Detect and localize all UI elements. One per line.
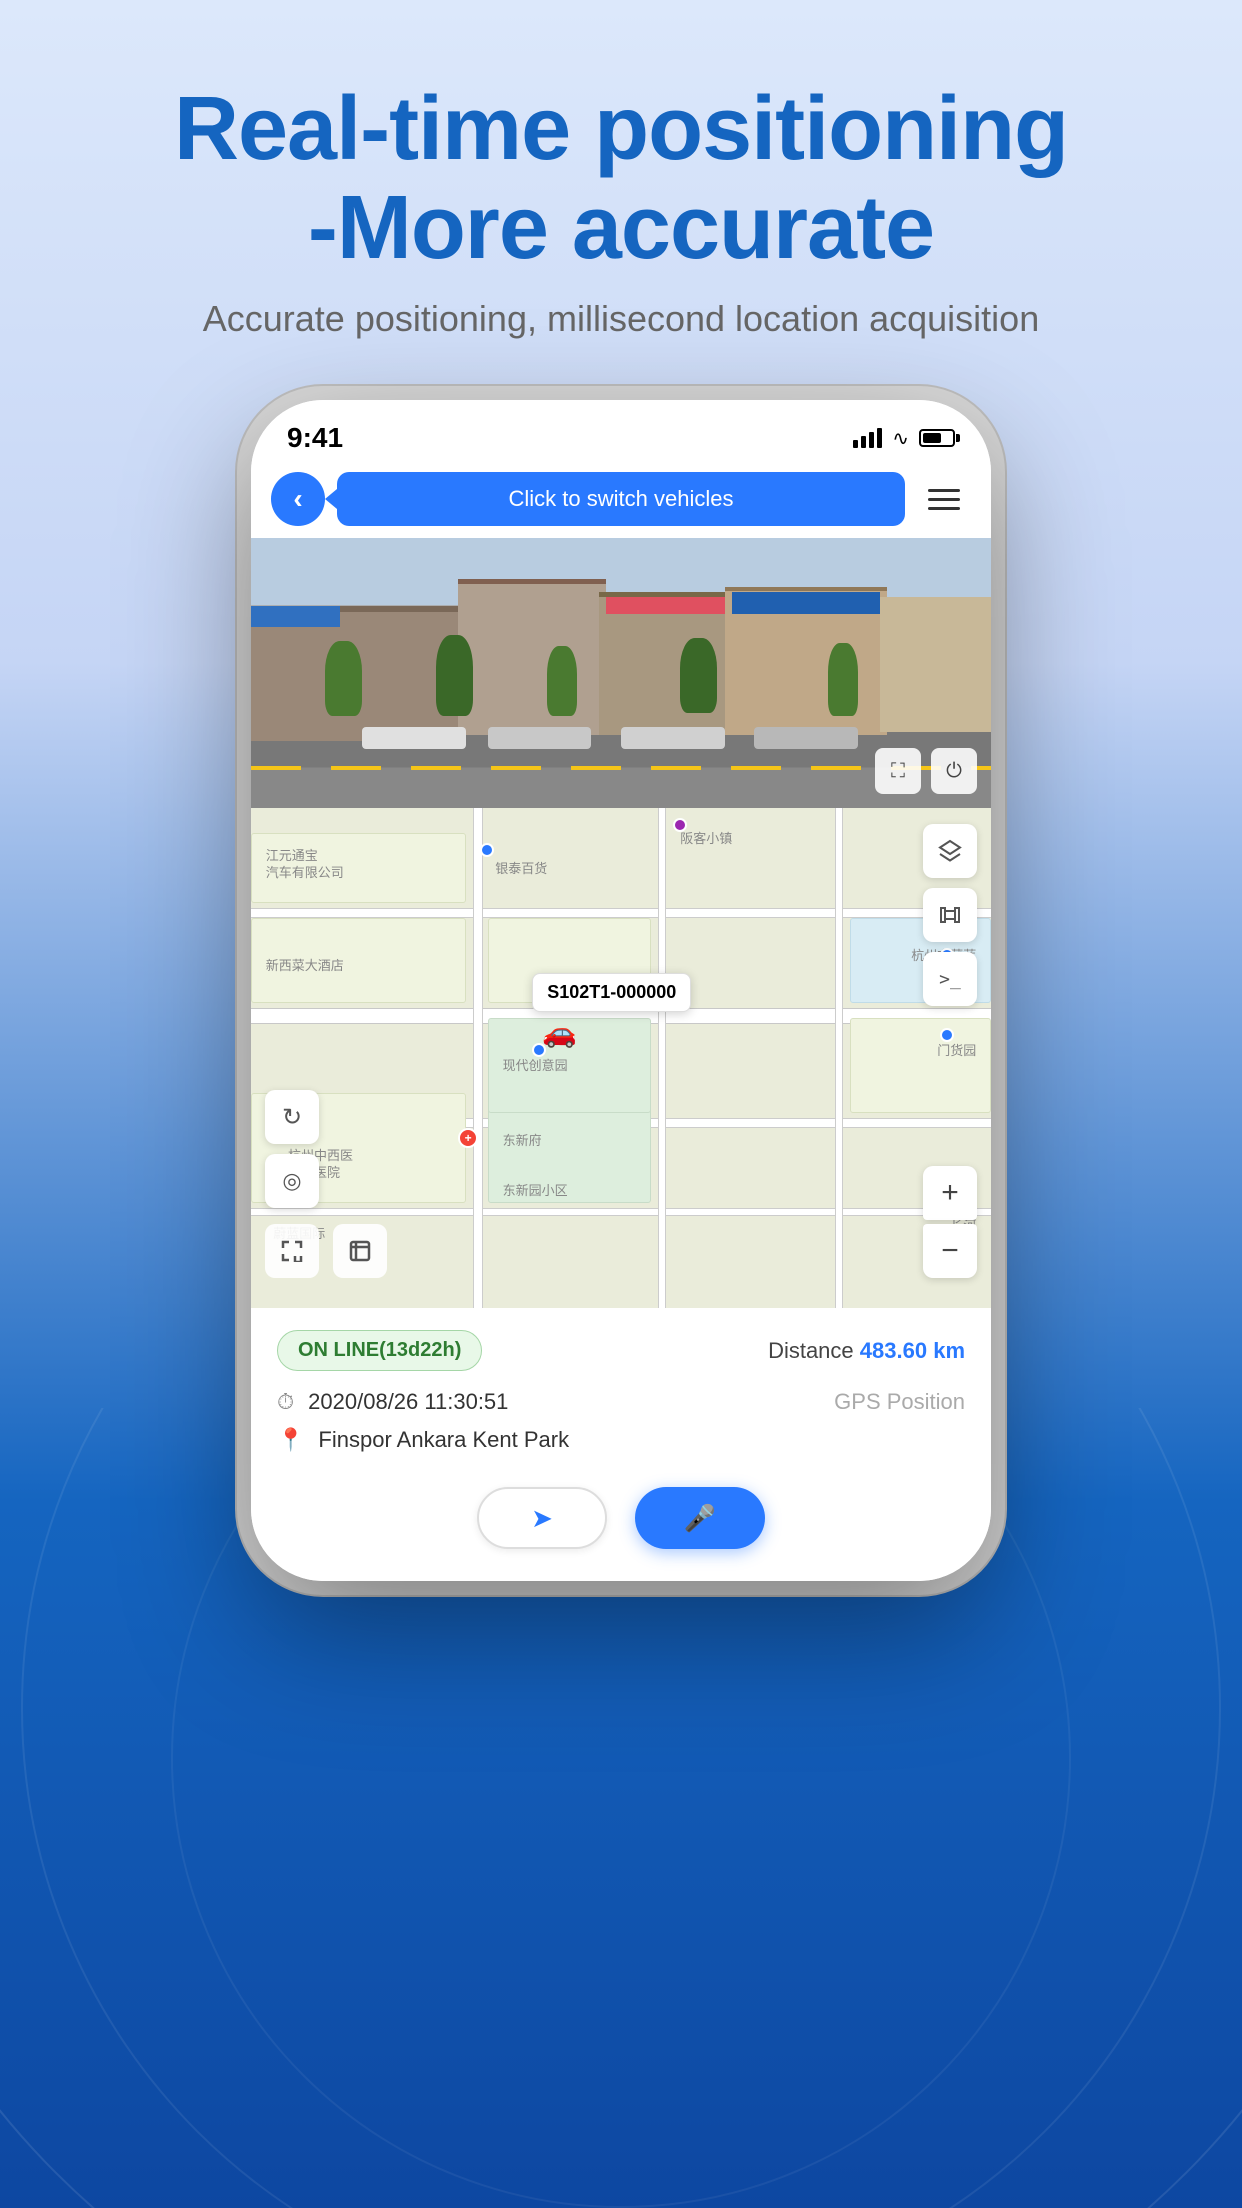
app-header: ‹ Click to switch vehicles xyxy=(251,464,991,538)
datetime-text: 2020/08/26 11:30:51 xyxy=(308,1389,508,1415)
map-label-11: 阪客小镇 xyxy=(680,828,732,847)
frame-button-1[interactable] xyxy=(265,1224,319,1278)
poi-blue-2 xyxy=(673,818,687,832)
phone-wrapper: 9:41 ∿ xyxy=(0,400,1242,1681)
map-left-controls: ↻ ◎ xyxy=(265,1090,319,1208)
hero-subtitle: Accurate positioning, millisecond locati… xyxy=(0,298,1242,340)
fence-button[interactable] xyxy=(923,888,977,942)
map-label-5: 现代创意园 xyxy=(503,1058,568,1075)
tooltip-arrow xyxy=(325,489,337,509)
switch-vehicles-tooltip[interactable]: Click to switch vehicles xyxy=(337,472,905,526)
back-icon: ‹ xyxy=(293,483,302,515)
locate-button[interactable]: ◎ xyxy=(265,1154,319,1208)
hero-title: Real-time positioning -More accurate xyxy=(0,80,1242,278)
zoom-controls: + − xyxy=(923,1166,977,1278)
battery-icon xyxy=(919,429,955,447)
back-button[interactable]: ‹ xyxy=(271,472,325,526)
vehicle-icon: 🚗 xyxy=(542,1016,691,1049)
power-button[interactable]: ⏻ xyxy=(931,748,977,794)
mic-icon: 🎤 xyxy=(684,1503,716,1534)
online-badge: ON LINE(13d22h) xyxy=(277,1330,482,1371)
zoom-in-button[interactable]: + xyxy=(923,1166,977,1220)
street-view: ⛶ ⏻ xyxy=(251,538,991,808)
expand-button[interactable]: ⛶ xyxy=(875,748,921,794)
vehicle-marker[interactable]: S102T1-000000 🚗 xyxy=(532,973,691,1049)
frame-controls xyxy=(265,1224,387,1278)
wifi-icon: ∿ xyxy=(892,426,909,451)
map-label-10: 银泰百货 xyxy=(495,858,547,877)
phone-frame: 9:41 ∿ xyxy=(251,400,991,1581)
map-area[interactable]: 江元通宝汽车有限公司 新西菜大酒店 杭州中西医结合医院 东新府 现代创意园 杭州… xyxy=(251,808,991,1308)
map-label-4: 东新府 xyxy=(503,1133,542,1150)
map-label-2: 新西菜大酒店 xyxy=(266,958,344,975)
refresh-button[interactable]: ↻ xyxy=(265,1090,319,1144)
hero-section: Real-time positioning -More accurate Acc… xyxy=(0,0,1242,340)
status-icons: ∿ xyxy=(853,426,955,451)
map-label-1: 江元通宝汽车有限公司 xyxy=(266,848,344,882)
menu-line-1 xyxy=(928,489,960,492)
signal-icon xyxy=(853,428,882,448)
distance-info: Distance 483.60 km xyxy=(768,1338,965,1364)
map-label-7: 门货园 xyxy=(937,1043,976,1060)
location-text: Finspor Ankara Kent Park xyxy=(318,1427,569,1453)
gps-position-label: GPS Position xyxy=(834,1389,965,1415)
status-time: 9:41 xyxy=(287,422,343,454)
location-icon: 📍 xyxy=(277,1427,304,1453)
sv-controls: ⛶ ⏻ xyxy=(875,748,977,794)
menu-line-3 xyxy=(928,507,960,510)
navigate-button[interactable]: ➤ xyxy=(477,1487,607,1549)
vehicle-label: S102T1-000000 xyxy=(532,973,691,1012)
poi-blue-5 xyxy=(940,1028,954,1042)
map-right-controls: >_ xyxy=(923,824,977,1006)
menu-button[interactable] xyxy=(917,472,971,526)
navigate-icon: ➤ xyxy=(531,1503,553,1534)
action-buttons: ➤ 🎤 xyxy=(251,1469,991,1581)
status-bar: 9:41 ∿ xyxy=(251,400,991,464)
mic-button[interactable]: 🎤 xyxy=(635,1487,765,1549)
clock-icon: ⏱ xyxy=(277,1389,294,1415)
layers-button[interactable] xyxy=(923,824,977,878)
terminal-button[interactable]: >_ xyxy=(923,952,977,1006)
zoom-out-button[interactable]: − xyxy=(923,1224,977,1278)
info-panel: ON LINE(13d22h) Distance 483.60 km ⏱ 202… xyxy=(251,1308,991,1469)
menu-line-2 xyxy=(928,498,960,501)
frame-button-2[interactable] xyxy=(333,1224,387,1278)
map-label-8: 东新园小区 xyxy=(503,1183,568,1200)
